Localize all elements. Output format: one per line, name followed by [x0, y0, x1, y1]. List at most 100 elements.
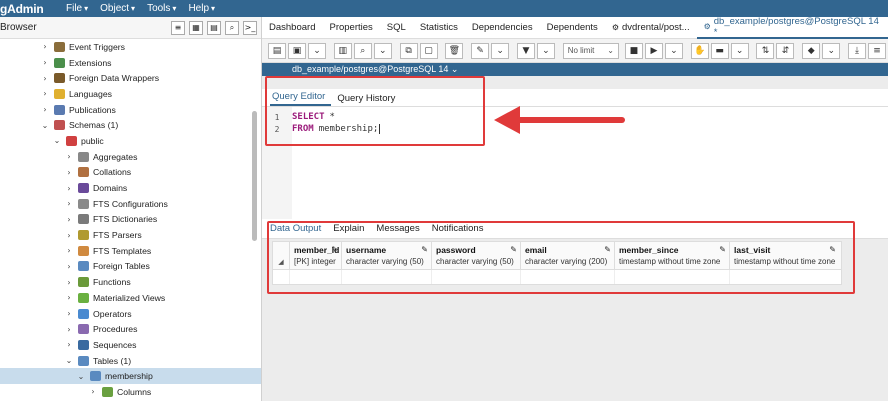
- chevron-down-icon[interactable]: ⌄: [664, 42, 683, 59]
- chevron-right-icon[interactable]: ›: [40, 74, 50, 83]
- download-icon[interactable]: ⤓: [848, 42, 867, 59]
- tree-item-aggregates[interactable]: › Aggregates: [0, 149, 261, 165]
- chevron-down-icon[interactable]: ⌄: [373, 42, 392, 59]
- chevron-down-icon[interactable]: ⌄: [76, 372, 86, 381]
- stop-icon[interactable]: ■: [624, 42, 643, 59]
- chevron-right-icon[interactable]: ›: [64, 278, 74, 287]
- menu-help[interactable]: Help ▾: [188, 3, 215, 14]
- chevron-right-icon[interactable]: ›: [40, 58, 50, 67]
- tree-item-label: public: [81, 135, 104, 146]
- tree-node-icon: [78, 308, 89, 319]
- menu-file[interactable]: File ▾: [66, 3, 88, 14]
- tree-item-collations[interactable]: › Collations: [0, 165, 261, 181]
- filter-icon[interactable]: ▼: [516, 42, 535, 59]
- tab-statistics[interactable]: Statistics: [413, 17, 465, 39]
- tree-item-domains[interactable]: › Domains: [0, 180, 261, 196]
- chevron-down-icon[interactable]: ⌄: [822, 42, 841, 59]
- tree-item-extensions[interactable]: › Extensions: [0, 55, 261, 71]
- chevron-down-icon[interactable]: ⌄: [730, 42, 749, 59]
- tree-item-fts-configurations[interactable]: › FTS Configurations: [0, 196, 261, 212]
- chevron-right-icon[interactable]: ›: [64, 168, 74, 177]
- execute-icon[interactable]: ▶: [644, 42, 663, 59]
- tree-node-icon: [102, 386, 113, 397]
- tab-dependencies[interactable]: Dependencies: [465, 17, 540, 39]
- chevron-down-icon[interactable]: ⌄: [536, 42, 555, 59]
- explain-icon[interactable]: ✋: [690, 42, 709, 59]
- chevron-right-icon[interactable]: ›: [40, 42, 50, 51]
- tree-item-operators[interactable]: › Operators: [0, 306, 261, 322]
- delete-icon[interactable]: 🗑: [445, 42, 464, 59]
- database-icon[interactable]: ≡: [171, 20, 185, 35]
- commit-icon[interactable]: ⇅: [756, 42, 775, 59]
- tree-item-procedures[interactable]: › Procedures: [0, 321, 261, 337]
- tree-node-icon: [78, 339, 89, 350]
- tree-item-fts-dictionaries[interactable]: › FTS Dictionaries: [0, 212, 261, 228]
- chevron-right-icon[interactable]: ›: [64, 215, 74, 224]
- menu-object[interactable]: Object ▾: [100, 3, 135, 14]
- tree-item-languages[interactable]: › Languages: [0, 86, 261, 102]
- save-icon[interactable]: ▣: [288, 42, 306, 59]
- tree-item-foreign-tables[interactable]: › Foreign Tables: [0, 259, 261, 275]
- chevron-right-icon[interactable]: ›: [64, 293, 74, 302]
- chevron-right-icon[interactable]: ›: [64, 340, 74, 349]
- table-icon[interactable]: ▦: [189, 20, 203, 35]
- chevron-down-icon[interactable]: ⌄: [308, 42, 326, 59]
- open-file-icon[interactable]: ▤: [268, 42, 286, 59]
- chevron-right-icon[interactable]: ›: [64, 199, 74, 208]
- chevron-right-icon[interactable]: ›: [88, 387, 98, 396]
- tree-item-sequences[interactable]: › Sequences: [0, 337, 261, 353]
- tab-sql[interactable]: SQL: [380, 17, 413, 39]
- tree-item-columns[interactable]: › Columns: [0, 384, 261, 400]
- tree-item-public[interactable]: ⌄ public: [0, 133, 261, 149]
- tree-item-functions[interactable]: › Functions: [0, 274, 261, 290]
- chevron-down-icon[interactable]: ⌄: [52, 136, 62, 145]
- tree-item-materialized-views[interactable]: › Materialized Views: [0, 290, 261, 306]
- edit-icon[interactable]: ▥: [333, 42, 352, 59]
- tab-dependents[interactable]: Dependents: [540, 17, 605, 39]
- search-icon[interactable]: ⌕: [225, 20, 239, 35]
- chevron-right-icon[interactable]: ›: [64, 152, 74, 161]
- tree-item-foreign-data-wrappers[interactable]: › Foreign Data Wrappers: [0, 70, 261, 86]
- tree-item-label: Languages: [69, 88, 112, 99]
- tree-item-label: membership: [105, 371, 153, 382]
- limit-select[interactable]: No limit ⌄: [562, 42, 619, 59]
- tree-item-membership[interactable]: ⌄ membership: [0, 368, 261, 385]
- tree-item-schemas-1[interactable]: ⌄ Schemas (1): [0, 117, 261, 133]
- annotation-arrow: [494, 106, 625, 134]
- rollback-icon[interactable]: ⇵: [776, 42, 795, 59]
- menu-tools[interactable]: Tools ▾: [147, 3, 176, 14]
- connection-bar[interactable]: db_example/postgres@PostgreSQL 14 ⌄: [262, 63, 888, 76]
- chevron-right-icon[interactable]: ›: [64, 309, 74, 318]
- copy-icon[interactable]: ⧉: [399, 42, 418, 59]
- chevron-right-icon[interactable]: ›: [64, 246, 74, 255]
- browser-scrollbar[interactable]: [252, 111, 257, 241]
- chevron-right-icon[interactable]: ›: [40, 105, 50, 114]
- filter-icon[interactable]: ▤: [207, 20, 221, 35]
- tree-item-event-triggers[interactable]: › Event Triggers: [0, 39, 261, 55]
- chevron-down-icon[interactable]: ⌄: [64, 356, 74, 365]
- clear-icon[interactable]: ◆: [802, 42, 821, 59]
- edit-pencil-icon[interactable]: ✎: [471, 42, 490, 59]
- chevron-down-icon: ⌄: [607, 46, 614, 55]
- chevron-down-icon[interactable]: ⌄: [40, 121, 50, 130]
- terminal-icon[interactable]: >_: [243, 20, 257, 35]
- tree-node-icon: [78, 277, 89, 288]
- tree-item-fts-templates[interactable]: › FTS Templates: [0, 243, 261, 259]
- tab-query-db-example[interactable]: ⚙ db_example/postgres@PostgreSQL 14 *: [696, 16, 888, 39]
- tab-properties[interactable]: Properties: [322, 17, 379, 39]
- find-icon[interactable]: ⌕: [353, 42, 372, 59]
- tree-item-publications[interactable]: › Publications: [0, 102, 261, 118]
- chevron-down-icon[interactable]: ⌄: [491, 42, 510, 59]
- chevron-right-icon[interactable]: ›: [64, 325, 74, 334]
- tab-dashboard[interactable]: Dashboard: [262, 17, 322, 39]
- chevron-right-icon[interactable]: ›: [64, 262, 74, 271]
- explain-analyze-icon[interactable]: ▬: [710, 42, 729, 59]
- tree-item-fts-parsers[interactable]: › FTS Parsers: [0, 227, 261, 243]
- tab-query-dvdrental[interactable]: ⚙ dvdrental/post...: [605, 17, 697, 39]
- chevron-right-icon[interactable]: ›: [64, 184, 74, 193]
- chevron-right-icon[interactable]: ›: [64, 231, 74, 240]
- tree-item-tables-1[interactable]: ⌄ Tables (1): [0, 353, 261, 369]
- paste-icon[interactable]: ▢: [419, 42, 438, 59]
- chevron-right-icon[interactable]: ›: [40, 89, 50, 98]
- macro-icon[interactable]: ≡: [868, 42, 887, 59]
